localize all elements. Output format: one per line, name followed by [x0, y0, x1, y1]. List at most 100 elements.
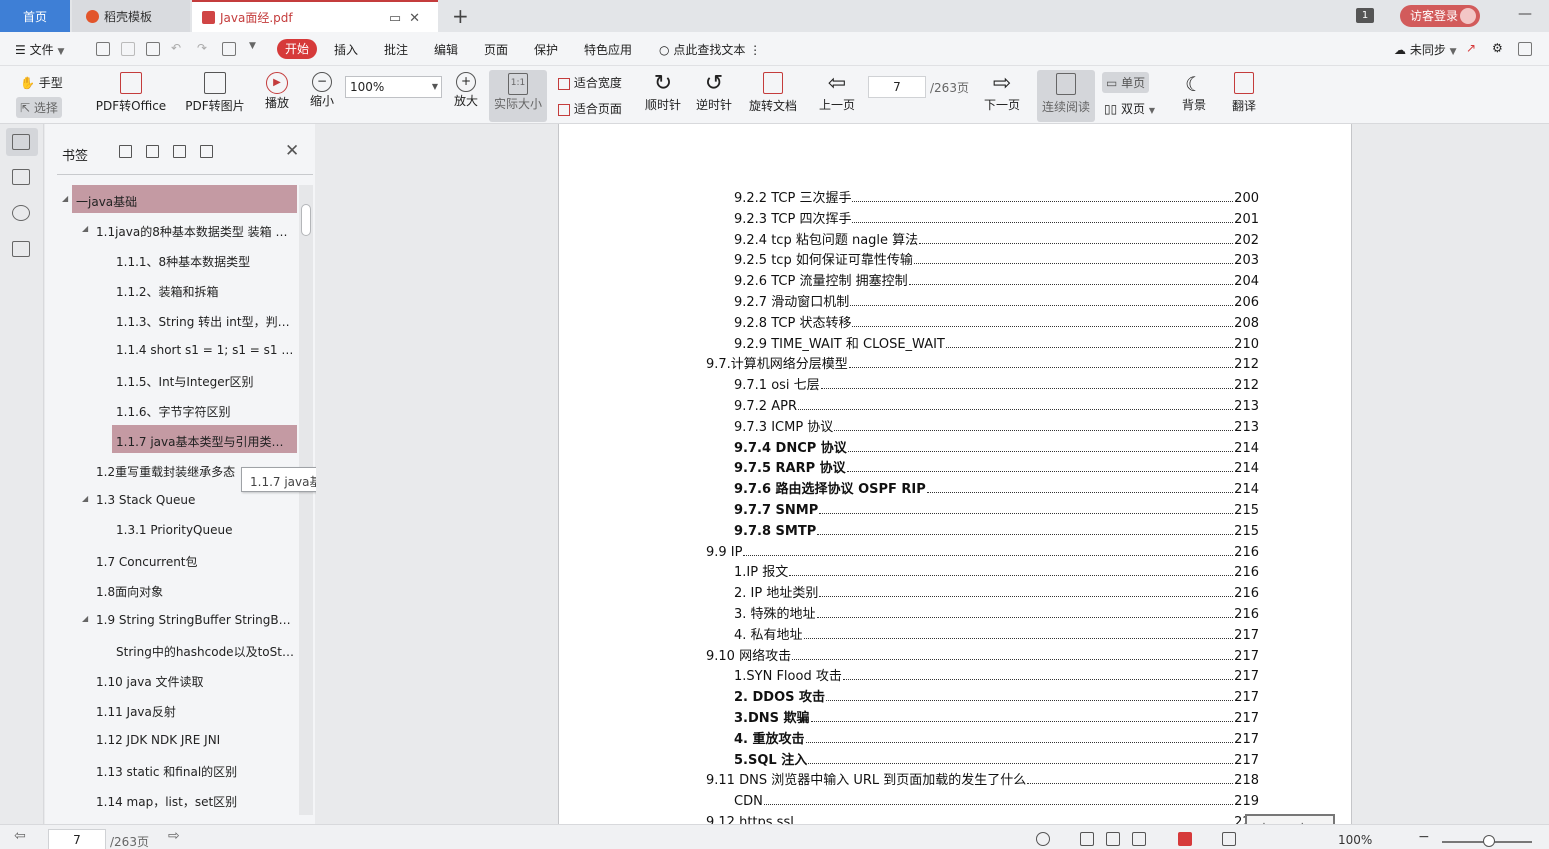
- new-tab-button[interactable]: +: [452, 4, 469, 28]
- toc-entry[interactable]: 9.2.7 滑动窗口机制 206: [734, 290, 1259, 310]
- bookmark-item[interactable]: 1.14 map，list，set区别: [45, 785, 299, 815]
- bookmark-item[interactable]: ◢ 一java基础: [45, 185, 299, 215]
- toc-entry[interactable]: 1.IP 报文 216: [734, 560, 1259, 580]
- rotate-counterclockwise-button[interactable]: ↺ 逆时针: [695, 72, 733, 113]
- toc-entry[interactable]: 9.7.4 DNCP 协议 214: [734, 436, 1259, 456]
- toc-entry[interactable]: 9.7.3 ICMP 协议 213: [734, 415, 1259, 435]
- toc-entry[interactable]: 9.12 https ssl220: [706, 810, 1259, 824]
- toc-entry[interactable]: 1.SYN Flood 攻击 217: [734, 664, 1259, 684]
- add-bookmark-icon[interactable]: [119, 145, 132, 158]
- actual-size-button[interactable]: 1:1 实际大小: [489, 70, 547, 122]
- close-icon[interactable]: ✕: [285, 141, 299, 161]
- menu-features[interactable]: 特色应用: [584, 41, 632, 58]
- toc-entry[interactable]: 9.2.5 tcp 如何保证可靠性传输 203: [734, 248, 1259, 268]
- toc-entry[interactable]: 3. 特殊的地址 216: [734, 602, 1259, 622]
- scrollbar-thumb[interactable]: [301, 204, 311, 236]
- bookmark-item[interactable]: ◢ 1.9 String StringBuffer StringBuil...: [45, 605, 299, 635]
- bookmark-item[interactable]: 1.13 static 和final的区别: [45, 755, 299, 785]
- redo-icon[interactable]: ↷: [197, 41, 207, 55]
- menu-edit[interactable]: 编辑: [434, 41, 458, 58]
- select-tool-button[interactable]: ⇱ 选择: [16, 97, 62, 118]
- sync-status[interactable]: ☁ 未同步 ▼: [1394, 41, 1457, 58]
- bookmark-item[interactable]: 1.8面向对象: [45, 575, 299, 605]
- toc-entry[interactable]: 4. 重放攻击 217: [734, 727, 1259, 747]
- toc-entry[interactable]: 9.7.1 osi 七层 212: [734, 373, 1259, 393]
- menu-annotate[interactable]: 批注: [384, 41, 408, 58]
- document-viewport[interactable]: 9.2.2 TCP 三次握手 200 9.2.3 TCP 四次挥手 201 9.2.4 …: [316, 124, 1549, 824]
- toc-entry[interactable]: 4. 私有地址 217: [734, 623, 1259, 643]
- delete-bookmark-icon[interactable]: [146, 145, 159, 158]
- toc-entry[interactable]: 3.DNS 欺骗 217: [734, 706, 1259, 726]
- toc-entry[interactable]: 9.7.计算机网络分层模型 212: [706, 352, 1259, 372]
- toc-entry[interactable]: 9.2.4 tcp 粘包问题 nagle 算法 202: [734, 228, 1259, 248]
- toc-entry[interactable]: 5.SQL 注入 217: [734, 748, 1259, 768]
- search-box[interactable]: ○ 点此查找文本 ⋮: [659, 41, 761, 58]
- continuous-reading-button[interactable]: 连续阅读: [1037, 70, 1095, 122]
- bookmark-item[interactable]: 1.10 java 文件读取: [45, 665, 299, 695]
- toc-entry[interactable]: 9.2.2 TCP 三次握手 200: [734, 186, 1259, 206]
- window-count-badge[interactable]: 1: [1356, 8, 1374, 23]
- expand-triangle-icon[interactable]: ◢: [82, 494, 88, 503]
- toc-entry[interactable]: 9.7.8 SMTP 215: [734, 519, 1259, 539]
- rotate-clockwise-button[interactable]: ↻ 顺时针: [644, 72, 682, 113]
- toc-entry[interactable]: 9.10 网络攻击 217: [706, 644, 1259, 664]
- toc-entry[interactable]: 9.11 DNS 浏览器中输入 URL 到页面加载的发生了什么 218: [706, 768, 1259, 788]
- toc-entry[interactable]: 2. DDOS 攻击 217: [734, 685, 1259, 705]
- zoom-slider-knob[interactable]: [1483, 835, 1495, 847]
- prev-page-icon[interactable]: ⇦: [14, 828, 26, 844]
- background-button[interactable]: ☾ 背景: [1174, 72, 1214, 113]
- next-page-icon[interactable]: ⇨: [168, 828, 180, 844]
- quick-access-dropdown-icon[interactable]: ▼: [249, 41, 256, 51]
- attachment-icon[interactable]: [12, 241, 30, 257]
- annotation-icon[interactable]: [12, 205, 30, 221]
- double-view-icon[interactable]: [1132, 832, 1146, 846]
- expand-triangle-icon[interactable]: ◢: [82, 614, 88, 623]
- next-page-button[interactable]: ⇨ 下一页: [983, 72, 1021, 113]
- bookmark-item[interactable]: 1.1.6、字节字符区别: [45, 395, 299, 425]
- toc-entry[interactable]: 9.7.7 SNMP 215: [734, 498, 1259, 518]
- tab-close-icon[interactable]: ▭✕: [389, 11, 428, 26]
- menu-protect[interactable]: 保护: [534, 41, 558, 58]
- toc-entry[interactable]: 9.7.6 路由选择协议 OSPF RIP 214: [734, 477, 1259, 497]
- play-button[interactable]: ▶ 播放: [262, 72, 292, 111]
- prev-page-button[interactable]: ⇦ 上一页: [818, 72, 856, 113]
- zoom-out-button[interactable]: − 缩小: [308, 72, 336, 109]
- toc-entry[interactable]: 9.2.8 TCP 状态转移 208: [734, 311, 1259, 331]
- menu-page[interactable]: 页面: [484, 41, 508, 58]
- toc-entry[interactable]: 9.7.2 APR 213: [734, 394, 1259, 414]
- toc-entry[interactable]: 9.2.3 TCP 四次挥手 201: [734, 207, 1259, 227]
- toc-entry[interactable]: 9.7.5 RARP 协议 214: [734, 456, 1259, 476]
- save-icon[interactable]: [121, 42, 135, 56]
- bookmark-item[interactable]: 1.1.3、String 转出 int型，判断...: [45, 305, 299, 335]
- export-icon[interactable]: [222, 42, 236, 56]
- zoom-in-button[interactable]: + 放大: [452, 72, 480, 109]
- tab-template[interactable]: 稻壳模板: [72, 0, 190, 32]
- menu-start[interactable]: 开始: [277, 39, 317, 59]
- eye-protection-icon[interactable]: [1036, 832, 1050, 846]
- file-menu[interactable]: ☰ 文件 ▼: [15, 41, 64, 58]
- bookmark-item[interactable]: 1.1.4 short s1 = 1; s1 = s1 + ...: [45, 335, 299, 365]
- single-view-icon[interactable]: [1106, 832, 1120, 846]
- toc-entry[interactable]: CDN 219: [734, 789, 1259, 809]
- pdf-to-office-button[interactable]: PDF转Office: [92, 72, 170, 114]
- bookmark-list-icon[interactable]: [12, 134, 30, 150]
- bookmark-item[interactable]: String中的hashcode以及toStri...: [45, 635, 299, 665]
- toc-entry[interactable]: 9.9 IP 216: [706, 540, 1259, 560]
- bookmark-item[interactable]: 1.7 Concurrent包: [45, 545, 299, 575]
- collapse-bookmark-icon[interactable]: [200, 145, 213, 158]
- open-icon[interactable]: [96, 42, 110, 56]
- pdf-to-image-button[interactable]: PDF转图片: [184, 72, 246, 114]
- translate-button[interactable]: 翻译: [1224, 72, 1264, 114]
- bookmark-item[interactable]: 1.11 Java反射: [45, 695, 299, 725]
- login-button[interactable]: 访客登录: [1400, 5, 1480, 27]
- expand-triangle-icon[interactable]: ◢: [82, 224, 88, 233]
- page-number-input[interactable]: 7: [868, 76, 926, 98]
- zoom-out-icon[interactable]: −: [1418, 829, 1430, 845]
- bookmark-item-selected[interactable]: 1.1.7 java基本类型与引用类型...: [45, 425, 299, 455]
- status-zoom[interactable]: 100%: [1338, 833, 1372, 847]
- thumbnail-icon[interactable]: [12, 169, 30, 185]
- bookmark-item[interactable]: ◢ 1.1java的8种基本数据类型 装箱 拆箱: [45, 215, 299, 245]
- menu-insert[interactable]: 插入: [334, 41, 358, 58]
- bookmark-item[interactable]: 1.12 JDK NDK JRE JNI: [45, 725, 299, 755]
- settings-icon[interactable]: ⚙: [1492, 41, 1503, 55]
